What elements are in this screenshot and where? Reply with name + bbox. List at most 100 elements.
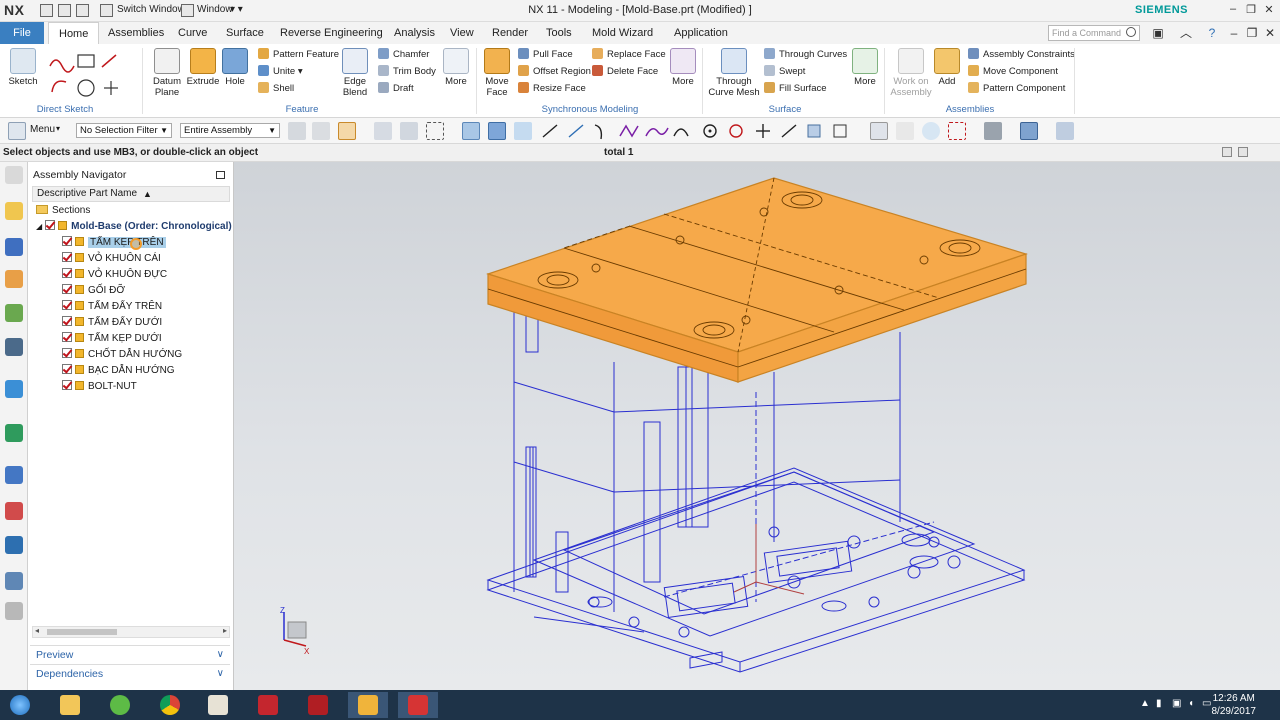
shaded-view-icon[interactable] <box>462 122 480 140</box>
constraint-navigator-icon[interactable] <box>5 238 23 256</box>
extrude-button[interactable]: Extrude <box>186 48 220 87</box>
graphics-window[interactable]: Z X <box>234 162 1280 690</box>
taskbar-explorer[interactable] <box>50 692 90 718</box>
taskbar-nx[interactable] <box>348 692 388 718</box>
tab-curve[interactable]: Curve <box>168 22 217 44</box>
swept-button[interactable]: Swept <box>764 65 805 79</box>
taskbar-chrome[interactable] <box>150 692 190 718</box>
tab-surface[interactable]: Surface <box>216 22 274 44</box>
taskbar-recorder[interactable] <box>398 692 438 718</box>
tab-view[interactable]: View <box>440 22 484 44</box>
tree-node-component[interactable]: TẤM ĐẨY TRÊN <box>62 299 162 315</box>
history-icon[interactable] <box>5 424 23 442</box>
through-curve-mesh-button[interactable]: Through Curve Mesh <box>708 48 760 98</box>
work-on-assembly-button[interactable]: Work on Assembly <box>890 48 932 98</box>
checkbox[interactable] <box>62 236 72 246</box>
dependencies-panel-header[interactable]: Dependencies ∨ <box>30 664 230 682</box>
keyboard-icon[interactable]: ▭ <box>1202 698 1211 709</box>
add-component-button[interactable]: Add <box>934 48 960 87</box>
tree-node-component[interactable]: TẤM KẸP TRÊN <box>62 235 166 251</box>
selected-plate-tam-kep-tren[interactable] <box>486 177 1028 383</box>
minimize-icon[interactable]: – <box>1224 3 1242 15</box>
draft-button[interactable]: Draft <box>378 82 414 96</box>
checkbox[interactable] <box>62 348 72 358</box>
pattern-component-button[interactable]: Pattern Component <box>968 82 1065 96</box>
restore-icon[interactable]: ❐ <box>1242 3 1260 16</box>
tab-render[interactable]: Render <box>482 22 538 44</box>
move-component-button[interactable]: Move Component <box>968 65 1058 79</box>
unite-button[interactable]: Unite ▾ <box>258 65 303 79</box>
tab-reverse-engineering[interactable]: Reverse Engineering <box>270 22 393 44</box>
system-scenes-icon[interactable] <box>5 602 23 620</box>
snap-point-icon[interactable] <box>338 122 356 140</box>
checkbox[interactable] <box>62 316 72 326</box>
horizontal-scrollbar[interactable]: ◂ ▸ <box>32 626 230 638</box>
render-style-icon[interactable] <box>984 122 1002 140</box>
fill-surface-button[interactable]: Fill Surface <box>764 82 827 96</box>
ribbon-display-icon[interactable]: ▣ <box>1150 25 1166 41</box>
body-filter-icon[interactable] <box>488 122 506 140</box>
restore-icon[interactable] <box>216 171 225 179</box>
checkbox[interactable] <box>45 220 56 230</box>
gear-icon[interactable] <box>5 166 23 184</box>
search-icon[interactable] <box>1126 27 1136 37</box>
sketch-button[interactable]: Sketch <box>6 48 40 87</box>
roles-icon[interactable] <box>5 572 23 590</box>
taskbar-clock[interactable]: 12:26 AM 8/29/2017 <box>1212 692 1257 718</box>
select-all-icon[interactable] <box>312 122 330 140</box>
checkbox[interactable] <box>62 300 72 310</box>
datum-plane-button[interactable]: Datum Plane <box>148 48 186 98</box>
part-navigator-icon[interactable] <box>5 270 23 288</box>
tab-application[interactable]: Application <box>664 22 738 44</box>
reuse-library-icon[interactable] <box>5 304 23 322</box>
tree-node-root[interactable]: ◢ Mold-Base (Order: Chronological) <box>36 219 232 235</box>
work-layer-icon[interactable] <box>1056 122 1074 140</box>
tree-node-sections[interactable]: Sections <box>36 203 90 219</box>
doc-close-icon[interactable]: ✕ <box>1262 25 1278 41</box>
scroll-left-icon[interactable]: ◂ <box>35 626 39 635</box>
select-bodies-icon[interactable] <box>400 122 418 140</box>
tab-tools[interactable]: Tools <box>536 22 582 44</box>
rectangle-select-icon[interactable] <box>426 122 444 140</box>
assembly-constraints-button[interactable]: Assembly Constraints <box>968 48 1075 62</box>
tree-node-component[interactable]: BẠC DẪN HƯỚNG <box>62 363 175 379</box>
component-filter-icon[interactable] <box>514 122 532 140</box>
network-icon[interactable]: ▮ <box>1156 698 1162 709</box>
sketch-curve-tools[interactable] <box>46 50 132 100</box>
tree-node-component[interactable]: TẤM KẸP DƯỚI <box>62 331 162 347</box>
start-button[interactable] <box>0 692 40 718</box>
collapse-ribbon-icon[interactable]: ︿ <box>1178 25 1194 41</box>
help-icon[interactable]: ? <box>1204 25 1220 41</box>
selection-scope-select[interactable]: Entire Assembly ▼ <box>180 123 280 138</box>
rotate-icon[interactable] <box>922 122 940 140</box>
doc-minimize-icon[interactable]: – <box>1226 25 1242 41</box>
trim-body-button[interactable]: Trim Body <box>378 65 436 79</box>
volume-icon[interactable]: ◖ <box>1188 698 1194 709</box>
chamfer-button[interactable]: Chamfer <box>378 48 429 62</box>
pull-face-button[interactable]: Pull Face <box>518 48 573 62</box>
filter-settings-icon[interactable] <box>288 122 306 140</box>
taskbar-app-red[interactable] <box>248 692 288 718</box>
tab-analysis[interactable]: Analysis <box>384 22 445 44</box>
assembly-navigator-icon[interactable] <box>5 202 23 220</box>
mold-base-model[interactable]: Z X <box>234 162 1280 690</box>
tab-mold-wizard[interactable]: Mold Wizard <box>582 22 663 44</box>
show-hidden-icons[interactable]: ▲ <box>1140 698 1150 709</box>
select-features-icon[interactable] <box>374 122 392 140</box>
orient-view-icon[interactable] <box>948 122 966 140</box>
tab-file[interactable]: File <box>0 22 44 44</box>
offset-region-button[interactable]: Offset Region <box>518 65 591 79</box>
close-icon[interactable]: ✕ <box>1260 3 1278 16</box>
zoom-icon[interactable] <box>896 122 914 140</box>
hd3d-tools-icon[interactable] <box>5 338 23 356</box>
delete-face-button[interactable]: Delete Face <box>592 65 658 79</box>
menu-icon[interactable] <box>8 122 26 140</box>
checkbox[interactable] <box>62 284 72 294</box>
cue-line-maximize-icon[interactable] <box>1238 147 1248 157</box>
view-orientation-icon[interactable] <box>1020 122 1038 140</box>
tab-home[interactable]: Home <box>48 22 100 44</box>
menu-dropdown-icon[interactable]: ▾ <box>56 124 60 133</box>
doc-restore-icon[interactable]: ❐ <box>1244 25 1260 41</box>
checkbox[interactable] <box>62 364 72 374</box>
taskbar-app-green[interactable] <box>100 692 140 718</box>
